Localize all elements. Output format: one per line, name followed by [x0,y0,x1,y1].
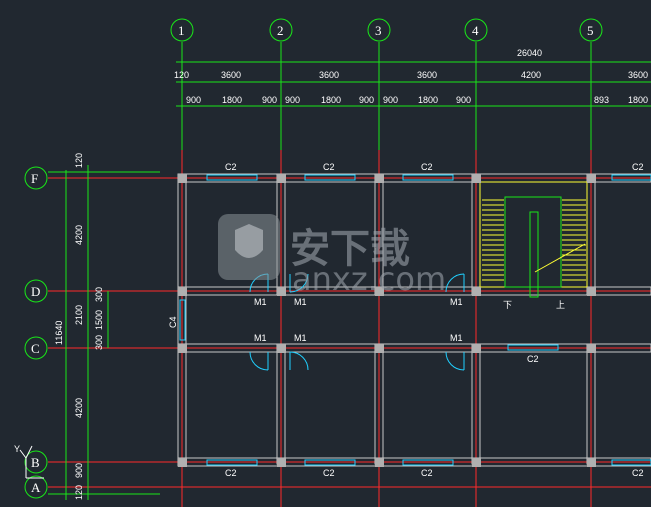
column [277,287,286,296]
column [178,344,187,353]
watermark-domain: anxz.com [292,260,446,298]
column [587,344,596,353]
dim-row1-value: 3600 [417,70,437,80]
window-label: C2 [632,162,644,172]
column [587,174,596,183]
door-label: M1 [294,297,307,307]
dim-row2-value: 893 [594,95,609,105]
dim-left-value: 2100 [74,305,84,325]
dim-row1-value: 4200 [521,70,541,80]
column [178,458,187,467]
dim-row1-value: 3600 [628,70,648,80]
window-label: C2 [323,468,335,478]
dim-left-value: 900 [74,463,84,478]
door-label: M1 [294,333,307,343]
column [375,344,384,353]
dim-left-value: 4200 [74,398,84,418]
stair-up-label: 上 [556,300,565,310]
door-label: M1 [450,297,463,307]
column [472,458,481,467]
dim-left-value: 120 [74,153,84,168]
stair-down-label: 下 [503,300,512,310]
window-label: C2 [421,468,433,478]
column [587,458,596,467]
column [178,287,187,296]
dim-row2-value: 1800 [222,95,242,105]
column [472,174,481,183]
dim-row2-value: 900 [359,95,374,105]
axis-row-label: F [31,171,38,186]
dim-row2-value: 900 [262,95,277,105]
column-axis-bubbles: 1 2 3 4 5 [170,18,603,42]
dim-inner-value: 1500 [94,310,104,330]
axis-row-label: A [31,480,41,495]
overall-height-dim: 11640 [54,321,64,345]
axis-column-label: 2 [277,23,284,38]
dim-row2-value: 900 [383,95,398,105]
dim-row2-value: 1800 [418,95,438,105]
dim-left-value: 120 [74,485,84,500]
window-label: C2 [323,162,335,172]
axis-row-label: B [31,455,40,470]
dim-row2-value: 900 [456,95,471,105]
overall-width-dim: 26040 [517,48,542,58]
column [587,287,596,296]
axis-column-label: 4 [472,23,479,38]
dim-row1-value: 3600 [319,70,339,80]
axis-row-label: D [31,284,40,299]
ucs-label: Y [14,444,20,454]
dim-inner-value: 300 [94,287,104,302]
stair [479,181,588,298]
window-label: C2 [225,162,237,172]
column [277,458,286,467]
door-label: M1 [254,297,267,307]
axis-column-label: 1 [178,23,185,38]
door-label: M1 [254,333,267,343]
dim-row2-value: 900 [186,95,201,105]
column [375,458,384,467]
dim-row1-value: 3600 [221,70,241,80]
window-label: C2 [632,468,644,478]
window-label: C2 [421,162,433,172]
window-label: C2 [225,468,237,478]
column [277,174,286,183]
window-label: C4 [168,316,178,328]
floor-plan-drawing: 1 2 3 4 5 F D C BA 26040 120 3600 3600 3600 4200 3600… [14,18,651,507]
column [375,174,384,183]
axis-column-label: 3 [375,23,382,38]
dim-row2-value: 900 [285,95,300,105]
axis-row-label: C [31,341,40,356]
row-axis-bubbles: F D C BA [24,166,48,499]
dim-left-value: 4200 [74,225,84,245]
dim-row2-value: 1800 [628,95,648,105]
column [472,287,481,296]
door-label: M1 [450,333,463,343]
dim-row2-value: 1800 [321,95,341,105]
column [178,174,187,183]
dim-row1-value: 120 [174,70,189,80]
column [277,344,286,353]
column [472,344,481,353]
axis-column-label: 5 [587,23,594,38]
watermark: 安下载 anxz.com [218,214,446,298]
dim-inner-value: 300 [94,335,104,350]
window-label: C2 [527,354,539,364]
